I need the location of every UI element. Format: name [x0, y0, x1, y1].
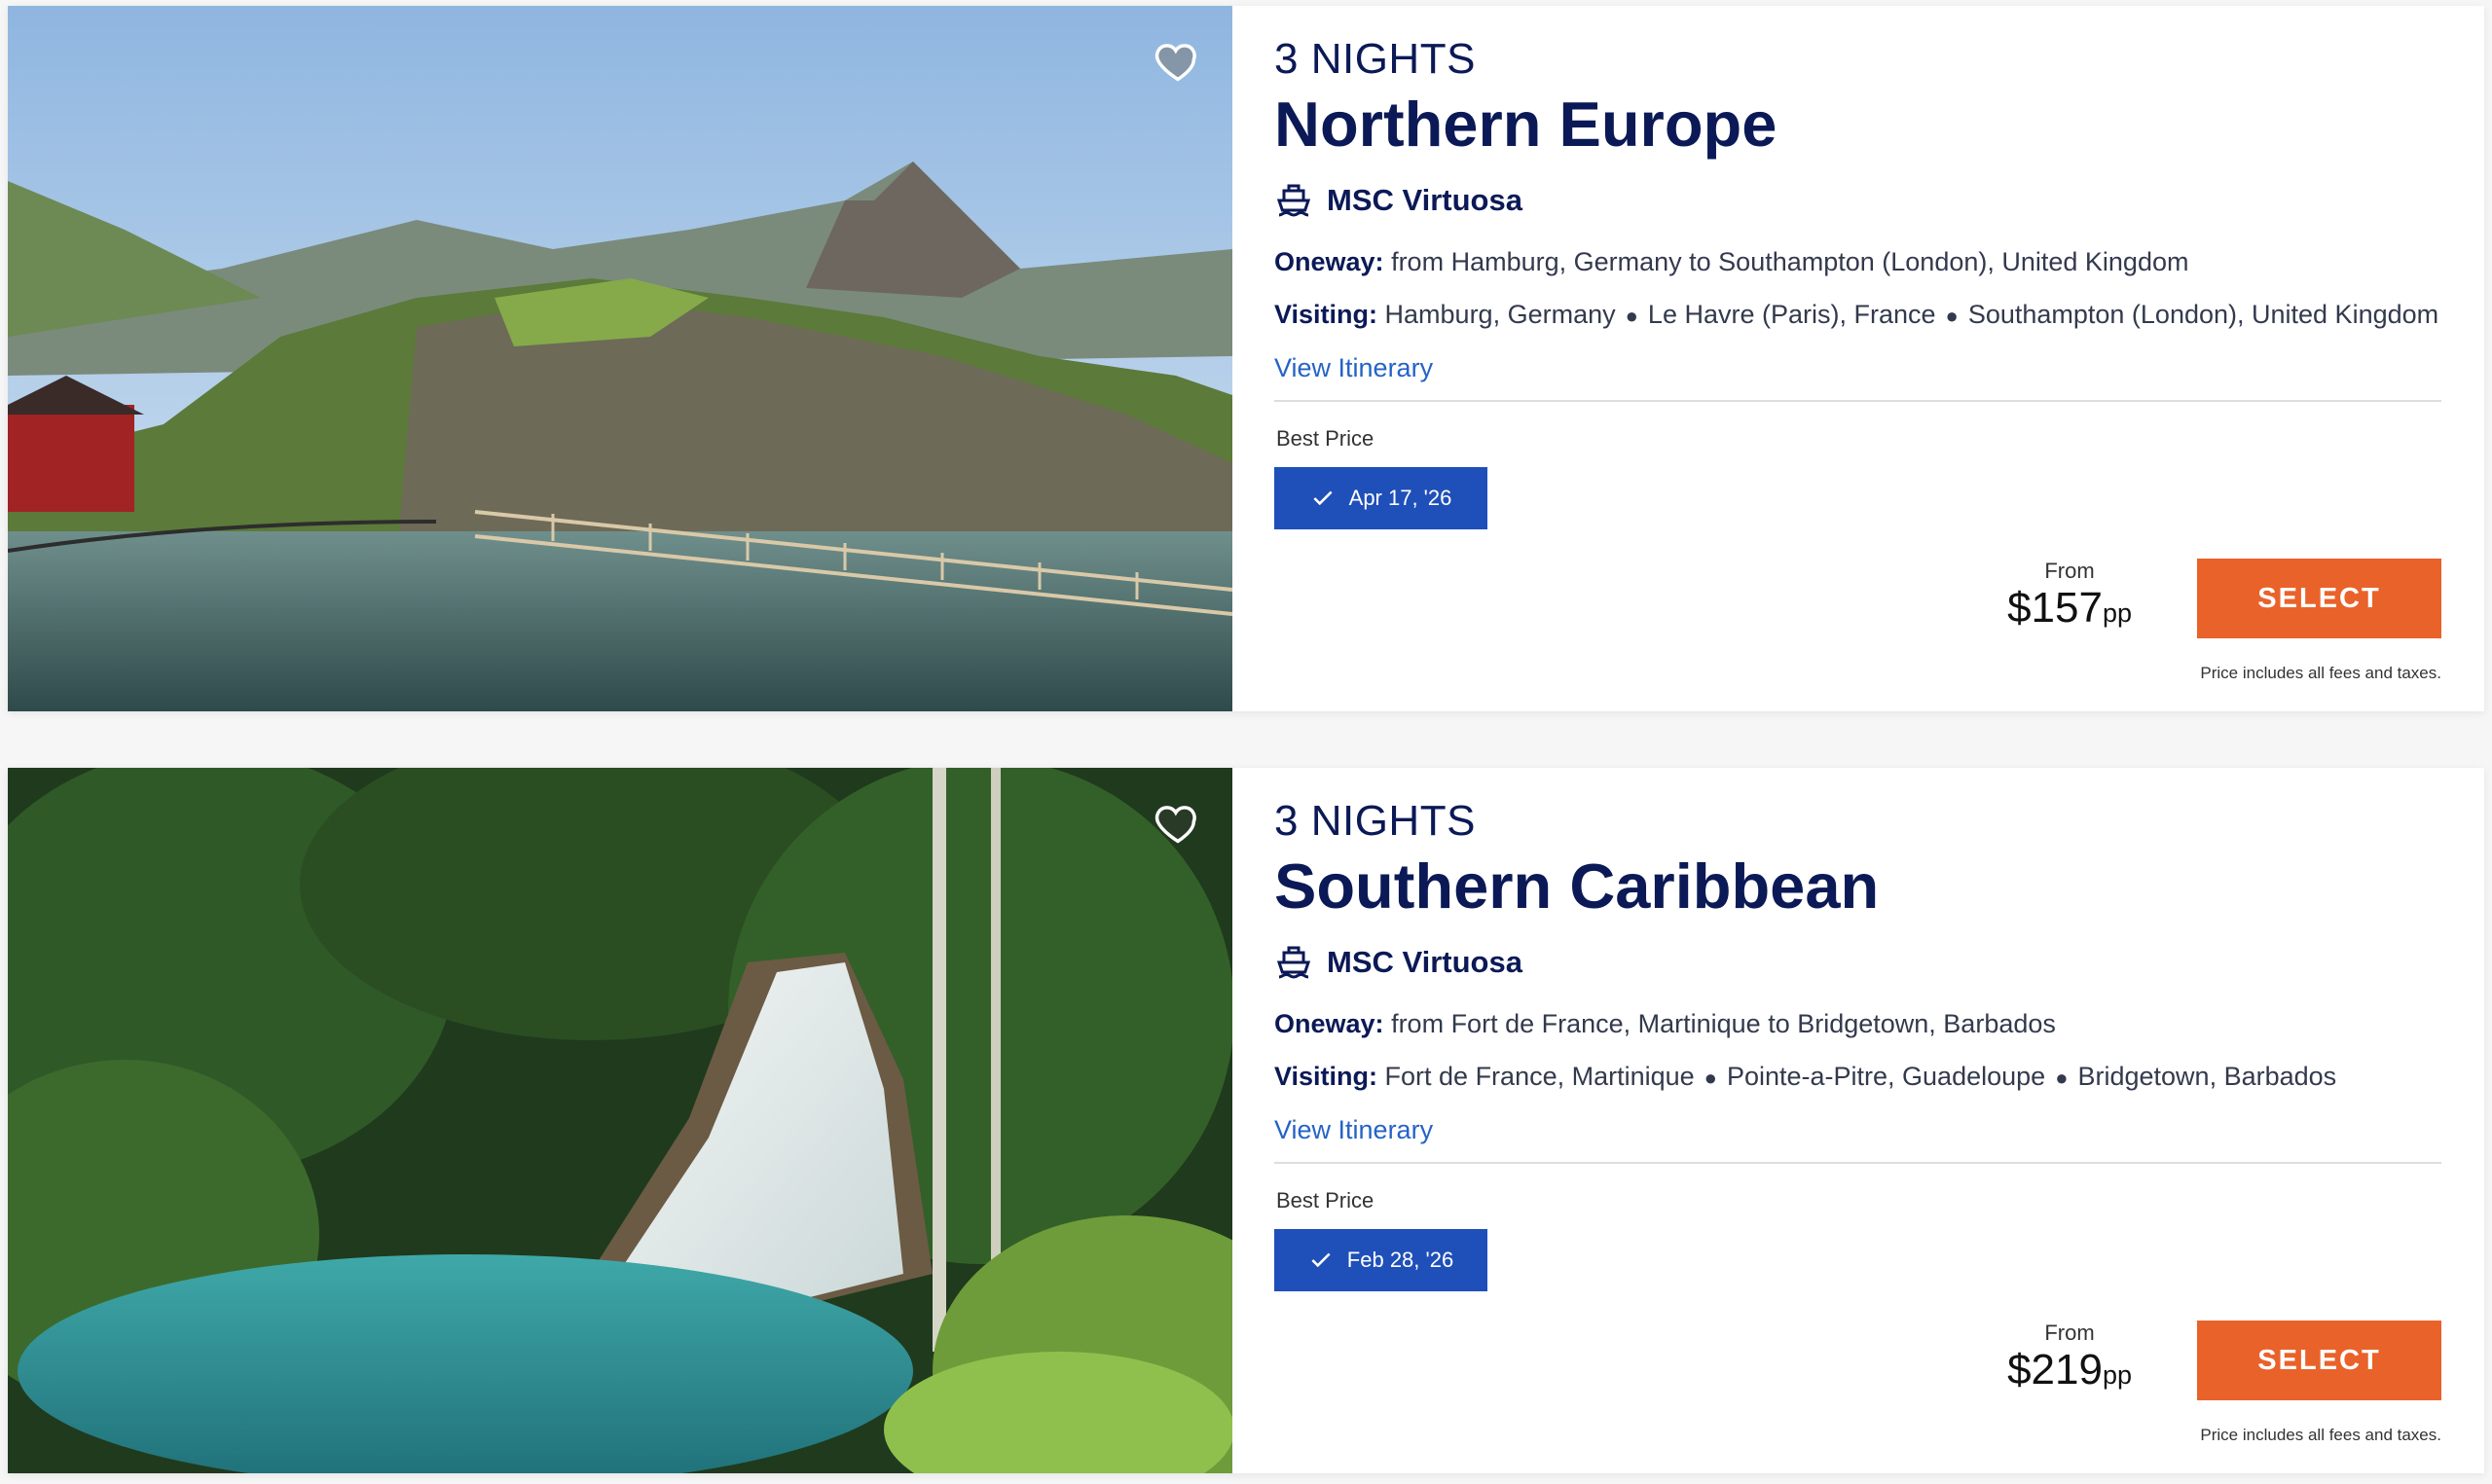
price-block: From $219pp	[2007, 1321, 2132, 1399]
price-amount: $157	[2007, 584, 2103, 632]
from-label: From	[2044, 1321, 2095, 1345]
sailing-date-chip[interactable]: Feb 28, '26	[1274, 1229, 1487, 1291]
heart-icon[interactable]	[1153, 797, 1203, 848]
check-icon	[1311, 1252, 1331, 1268]
sailing-date: Feb 28, '26	[1346, 1248, 1454, 1272]
visiting-label: Visiting:	[1274, 1062, 1378, 1091]
oneway-row: Oneway: from Fort de France, Martinique …	[1274, 1009, 2056, 1039]
ship-icon	[1276, 946, 1311, 979]
bullet-icon: ●	[1625, 304, 1638, 328]
cruise-info: 3 NIGHTS Northern Europe MSC Virtuosa On…	[1274, 6, 2441, 711]
nights-label: 3 NIGHTS	[1274, 35, 1476, 83]
visiting-row: Visiting: Hamburg, Germany ● Le Havre (Par…	[1274, 300, 2438, 330]
divider	[1274, 1162, 2441, 1164]
ship-row: MSC Virtuosa	[1274, 181, 1522, 220]
port: Le Havre (Paris), France	[1647, 300, 1936, 329]
price-amount: $219	[2007, 1346, 2103, 1394]
per-person-label: pp	[2102, 598, 2132, 628]
view-itinerary-link[interactable]: View Itinerary	[1274, 353, 1433, 383]
visiting-label: Visiting:	[1274, 300, 1378, 329]
sailing-date: Apr 17, '26	[1348, 486, 1452, 510]
bullet-icon: ●	[1945, 304, 1959, 328]
from-label: From	[2044, 559, 2095, 583]
price: $157pp	[2007, 584, 2132, 637]
best-price-label: Best Price	[1276, 1188, 1374, 1213]
fees-note: Price includes all fees and taxes.	[2200, 664, 2441, 682]
port: Bridgetown, Barbados	[2077, 1062, 2337, 1091]
ship-row: MSC Virtuosa	[1274, 943, 1522, 982]
nights-label: 3 NIGHTS	[1274, 797, 1476, 845]
cruise-title: Southern Caribbean	[1274, 851, 1880, 922]
fjord-landscape-image[interactable]	[8, 6, 1232, 711]
ship-name: MSC Virtuosa	[1327, 945, 1522, 979]
price: $219pp	[2007, 1346, 2132, 1399]
port: Fort de France, Martinique	[1384, 1062, 1695, 1091]
ship-name: MSC Virtuosa	[1327, 183, 1522, 217]
heart-icon[interactable]	[1153, 35, 1203, 86]
cruise-info: 3 NIGHTS Southern Caribbean MSC Virtuosa…	[1274, 768, 2441, 1473]
oneway-row: Oneway: from Hamburg, Germany to Southam…	[1274, 247, 2188, 277]
oneway-route: from Fort de France, Martinique to Bridg…	[1391, 1009, 2056, 1038]
view-itinerary-link[interactable]: View Itinerary	[1274, 1115, 1433, 1145]
fees-note: Price includes all fees and taxes.	[2200, 1426, 2441, 1444]
bullet-icon: ●	[2055, 1066, 2069, 1090]
oneway-route: from Hamburg, Germany to Southampton (Lo…	[1391, 247, 2189, 276]
ship-icon	[1276, 184, 1311, 217]
cruise-card: 3 NIGHTS Northern Europe MSC Virtuosa On…	[8, 6, 2484, 711]
per-person-label: pp	[2102, 1360, 2132, 1390]
oneway-label: Oneway:	[1274, 1009, 1384, 1038]
select-button[interactable]: SELECT	[2197, 1321, 2441, 1400]
waterfall-jungle-image[interactable]	[8, 768, 1232, 1473]
port: Pointe-a-Pitre, Guadeloupe	[1726, 1062, 2046, 1091]
bullet-icon: ●	[1704, 1066, 1717, 1090]
visiting-row: Visiting: Fort de France, Martinique ● Poi…	[1274, 1062, 2336, 1092]
sailing-date-chip[interactable]: Apr 17, '26	[1274, 467, 1487, 529]
oneway-label: Oneway:	[1274, 247, 1384, 276]
price-block: From $157pp	[2007, 559, 2132, 637]
port: Southampton (London), United Kingdom	[1967, 300, 2439, 329]
cruise-card: 3 NIGHTS Southern Caribbean MSC Virtuosa…	[8, 768, 2484, 1473]
divider	[1274, 400, 2441, 402]
check-icon	[1313, 490, 1333, 506]
cruise-title: Northern Europe	[1274, 89, 1777, 160]
best-price-label: Best Price	[1276, 426, 1374, 451]
port: Hamburg, Germany	[1384, 300, 1616, 329]
select-button[interactable]: SELECT	[2197, 559, 2441, 638]
